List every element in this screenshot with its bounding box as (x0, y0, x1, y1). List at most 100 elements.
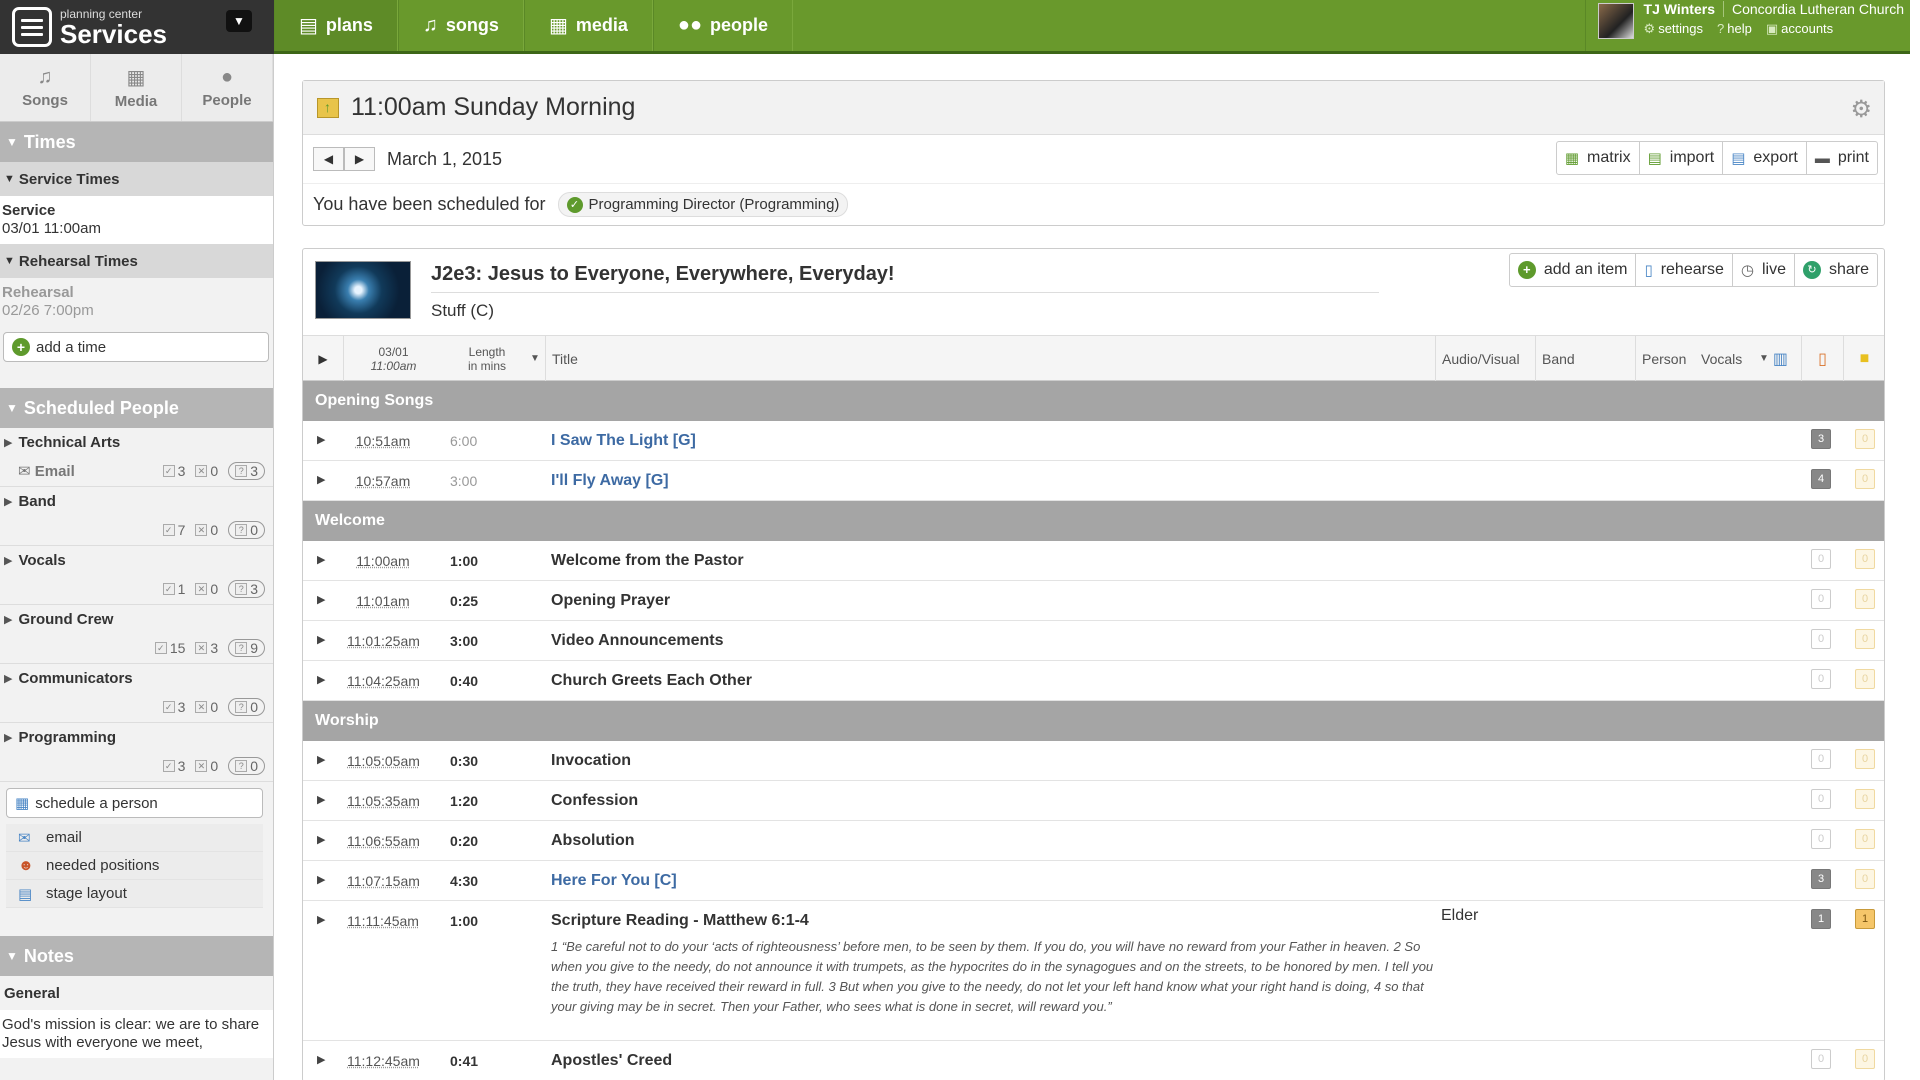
org-name[interactable]: Concordia Lutheran Church (1723, 1, 1904, 17)
column-audio-visual[interactable]: Audio/Visual (1435, 336, 1535, 381)
attachment-count-badge[interactable]: 0 (1811, 829, 1831, 849)
column-title[interactable]: Title (545, 336, 1435, 381)
section-header[interactable]: Opening Songs (303, 381, 1884, 421)
add-item-button[interactable]: + add an item (1510, 254, 1637, 286)
user-name[interactable]: TJ Winters (1644, 1, 1715, 17)
plan-item-row[interactable]: ▶ 11:05:35am 1:20 Confession 0 0 (303, 781, 1884, 821)
plan-item-row[interactable]: ▶ 11:04:25am 0:40 Church Greets Each Oth… (303, 661, 1884, 701)
column-length[interactable]: Length in mins (443, 336, 531, 381)
schedule-person-button[interactable]: ▦ schedule a person (6, 788, 263, 818)
play-icon[interactable]: ▶ (317, 873, 325, 886)
note-count-badge[interactable]: 0 (1855, 829, 1875, 849)
note-count-badge[interactable]: 0 (1855, 1049, 1875, 1069)
help-link[interactable]: ? help (1717, 21, 1752, 37)
play-icon[interactable]: ▶ (317, 553, 325, 566)
stage-layout-link[interactable]: ▤ stage layout (6, 880, 263, 908)
notes-column[interactable]: ■ (1843, 336, 1885, 381)
item-time[interactable]: 11:00am (347, 553, 419, 569)
plan-item-row[interactable]: ▶ 10:51am 6:00 I Saw The Light [G] 3 0 (303, 421, 1884, 461)
team-programming[interactable]: ▶ Programming ✓ 3 ✕ 0 ? 0 (0, 723, 273, 782)
plan-item-row[interactable]: ▶ 11:01am 0:25 Opening Prayer 0 0 (303, 581, 1884, 621)
item-time[interactable]: 10:57am (347, 473, 419, 489)
team-ground-crew[interactable]: ▶ Ground Crew ✓ 15 ✕ 3 ? 9 (0, 605, 273, 664)
share-button[interactable]: ↻ share (1795, 254, 1877, 286)
email-link[interactable]: ✉ email (6, 824, 263, 852)
avatar[interactable] (1597, 3, 1634, 39)
live-button[interactable]: ◷ live (1733, 254, 1795, 286)
item-title[interactable]: I Saw The Light [G] (551, 432, 696, 450)
attachments-column[interactable]: ▯ (1801, 336, 1843, 381)
plan-item-row[interactable]: ▶ 11:00am 1:00 Welcome from the Pastor 0… (303, 541, 1884, 581)
attachment-count-badge[interactable]: 3 (1811, 869, 1831, 889)
item-title[interactable]: I'll Fly Away [G] (551, 472, 669, 490)
plan-item-row[interactable]: ▶ 11:11:45am 1:00 Scripture Reading - Ma… (303, 901, 1884, 1041)
attachment-count-badge[interactable]: 0 (1811, 1049, 1831, 1069)
play-icon[interactable]: ▶ (317, 673, 325, 686)
play-all-button[interactable]: ▶ (303, 336, 343, 381)
team-band[interactable]: ▶ Band ✓ 7 ✕ 0 ? 0 (0, 487, 273, 546)
item-title[interactable]: Absolution (551, 832, 635, 850)
play-icon[interactable]: ▶ (317, 753, 325, 766)
item-time[interactable]: 11:01am (347, 593, 419, 609)
item-audio-visual-assignment[interactable]: Elder (1441, 907, 1478, 925)
note-count-badge[interactable]: 0 (1855, 549, 1875, 569)
attachment-count-badge[interactable]: 1 (1811, 909, 1831, 929)
note-count-badge[interactable]: 0 (1855, 429, 1875, 449)
app-brand[interactable]: planning center Services ▼ (0, 0, 274, 54)
item-title[interactable]: Scripture Reading - Matthew 6:1-4 (551, 912, 809, 930)
plan-item-row[interactable]: ▶ 11:06:55am 0:20 Absolution 0 0 (303, 821, 1884, 861)
series-title[interactable]: J2e3: Jesus to Everyone, Everywhere, Eve… (431, 263, 1379, 293)
tab-plans[interactable]: ▤ plans (274, 0, 398, 51)
service-time-entry[interactable]: Service 03/01 11:00am (0, 196, 273, 244)
item-time[interactable]: 11:06:55am (347, 833, 420, 849)
accounts-link[interactable]: ▣ accounts (1766, 21, 1833, 37)
play-icon[interactable]: ▶ (317, 1053, 325, 1066)
folder-icon[interactable] (317, 97, 339, 118)
column-options-chevron-icon[interactable]: ▼ (523, 336, 547, 381)
column-time[interactable]: 03/01 11:00am (343, 336, 443, 381)
team-technical-arts[interactable]: ▶ Technical Arts ✉ Email ✓ 3 ✕ 0 ? 3 (0, 428, 273, 487)
service-times-heading[interactable]: ▼ Service Times (0, 162, 273, 196)
section-header[interactable]: Welcome (303, 501, 1884, 541)
plan-item-row[interactable]: ▶ 11:01:25am 3:00 Video Announcements 0 … (303, 621, 1884, 661)
scheduled-people-heading[interactable]: ▼ Scheduled People (0, 388, 273, 428)
note-count-badge[interactable]: 0 (1855, 629, 1875, 649)
item-time[interactable]: 11:01:25am (347, 633, 420, 649)
attachment-count-badge[interactable]: 0 (1811, 669, 1831, 689)
play-icon[interactable]: ▶ (317, 473, 325, 486)
export-button[interactable]: ▤ export (1723, 142, 1807, 174)
series-artwork[interactable] (315, 261, 411, 319)
item-time[interactable]: 10:51am (347, 433, 419, 449)
section-header[interactable]: Worship (303, 701, 1884, 741)
play-icon[interactable]: ▶ (317, 793, 325, 806)
matrix-button[interactable]: ▦ matrix (1557, 142, 1640, 174)
item-title[interactable]: Invocation (551, 752, 631, 770)
play-icon[interactable]: ▶ (317, 433, 325, 446)
times-heading[interactable]: ▼ Times (0, 122, 273, 162)
rehearse-button[interactable]: ▯ rehearse (1636, 254, 1733, 286)
team-vocals[interactable]: ▶ Vocals ✓ 1 ✕ 0 ? 3 (0, 546, 273, 605)
tab-people[interactable]: ●● people (652, 0, 794, 51)
scheduled-role-badge[interactable]: ✓ Programming Director (Programming) (557, 192, 849, 217)
next-plan-button[interactable]: ▶ (344, 147, 375, 171)
tab-media[interactable]: ▦ media (523, 0, 653, 51)
play-icon[interactable]: ▶ (317, 913, 325, 926)
play-icon[interactable]: ▶ (317, 593, 325, 606)
note-count-badge[interactable]: 1 (1855, 909, 1875, 929)
note-count-badge[interactable]: 0 (1855, 749, 1875, 769)
note-count-badge[interactable]: 0 (1855, 789, 1875, 809)
attachment-count-badge[interactable]: 0 (1811, 589, 1831, 609)
attachment-count-badge[interactable]: 4 (1811, 469, 1831, 489)
item-time[interactable]: 11:07:15am (347, 873, 420, 889)
item-title[interactable]: Church Greets Each Other (551, 672, 752, 690)
attachment-count-badge[interactable]: 0 (1811, 789, 1831, 809)
plan-item-row[interactable]: ▶ 11:07:15am 4:30 Here For You [C] 3 0 (303, 861, 1884, 901)
plan-item-row[interactable]: ▶ 11:05:05am 0:30 Invocation 0 0 (303, 741, 1884, 781)
sidebar-tab-media[interactable]: ▦ Media (91, 54, 182, 121)
rehearsal-time-entry[interactable]: Rehearsal 02/26 7:00pm (0, 278, 273, 326)
item-title[interactable]: Here For You [C] (551, 872, 677, 890)
column-person[interactable]: Person (1635, 336, 1695, 381)
plan-item-row[interactable]: ▶ 10:57am 3:00 I'll Fly Away [G] 4 0 (303, 461, 1884, 501)
item-time[interactable]: 11:12:45am (347, 1053, 420, 1069)
item-title[interactable]: Welcome from the Pastor (551, 552, 744, 570)
